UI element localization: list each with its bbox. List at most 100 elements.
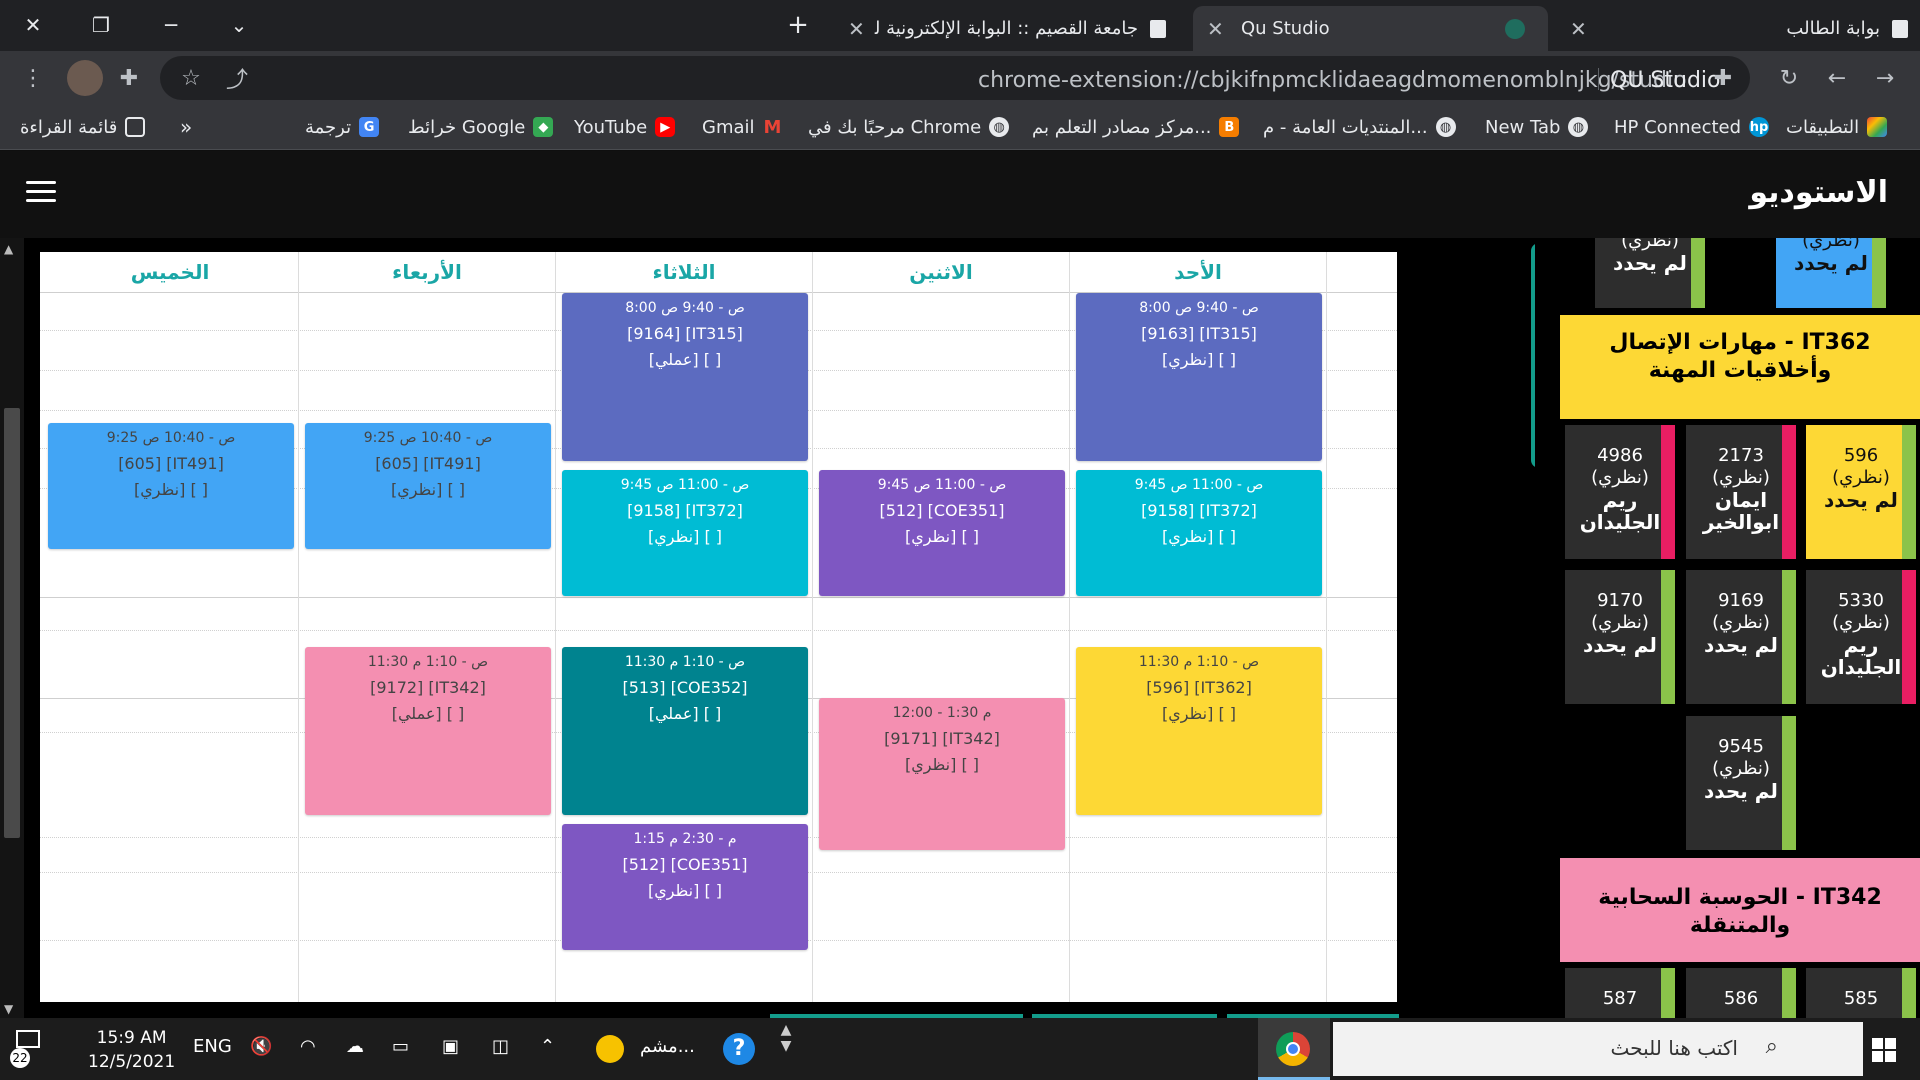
section-card[interactable]: 4986 (نظري) ريم الجليدان [1565, 425, 1675, 559]
browser-toolbar: ⋮ ✚ ☆ ⤴ chrome-extension://cbjkifnpmckli… [0, 51, 1920, 104]
event-time: 11:30 ص - 1:10 م [624, 654, 746, 670]
bookmark-youtube[interactable]: YouTube ▶ [574, 114, 676, 140]
bookmark-welcome-chrome[interactable]: مرحبًا بك في Chrome ◍ [808, 114, 1010, 140]
reload-icon[interactable]: ↻ [1774, 63, 1804, 93]
schedule-event[interactable]: 9:45 ص - 11:00 ص [9158] [IT372] [نظري] [… [562, 470, 808, 596]
schedule-event[interactable]: 12:00 - 1:30 م [9171] [IT342] [نظري] [ ] [819, 698, 1065, 850]
back-arrow-icon[interactable]: ← [1822, 63, 1852, 93]
schedule-event[interactable]: 8:00 ص - 9:40 ص [9164] [IT315] [عملي] [ … [562, 293, 808, 461]
show-hidden-icons-chevron-icon[interactable]: ⌃ [540, 1036, 555, 1057]
schedule-event[interactable]: 11:30 ص - 1:10 م [513] [COE352] [عملي] [… [562, 647, 808, 815]
gmail-icon: M [763, 116, 782, 138]
extensions-puzzle-icon[interactable]: ✚ [114, 63, 144, 93]
youtube-icon: ▶ [655, 117, 676, 137]
restore-window-icon[interactable]: ❐ [84, 8, 118, 42]
section-status-bar [1661, 968, 1675, 1018]
tab-qu-studio[interactable]: ✕ Qu Studio [1193, 6, 1548, 51]
bookmark-google-maps[interactable]: خرائط Google ◆ [408, 114, 554, 140]
section-card[interactable]: 2173 (نظري) ايمان ابوالخير [1686, 425, 1796, 559]
section-status-bar [1902, 425, 1916, 559]
wifi-icon[interactable]: ◠ [300, 1036, 316, 1057]
browser-menu-icon[interactable]: ⋮ [18, 63, 48, 93]
battery-icon[interactable]: ▭ [392, 1036, 409, 1057]
bookmark-forums[interactable]: المنتديات العامة - م... ◍ [1263, 114, 1456, 140]
volume-muted-icon[interactable]: 🔇 [250, 1036, 272, 1057]
bookmark-label: مركز مصادر التعلم بم... [1032, 116, 1212, 138]
section-instructor: لم يحدد [1613, 251, 1687, 275]
event-code: [9158] [IT372] [627, 501, 743, 520]
bookmark-apps[interactable]: التطبيقات [1786, 114, 1888, 140]
course-header-it342[interactable]: IT342 - الحوسبة السحابية والمتنقلة [1560, 858, 1920, 962]
clock[interactable]: 15:9 AM 12/5/2021 [88, 1026, 175, 1074]
scroll-up-icon[interactable]: ▲ [4, 242, 13, 256]
course-header-it362[interactable]: IT362 - مهارات الإتصال وأخلاقيات المهنة [1560, 315, 1920, 419]
section-card[interactable]: 9169 (نظري) لم يحدد [1686, 570, 1796, 704]
minimize-window-icon[interactable]: ─ [154, 8, 188, 42]
address-bar[interactable]: ☆ ⤴ chrome-extension://cbjkifnpmcklidaea… [160, 56, 1750, 100]
section-type: (نظري) [1712, 758, 1770, 779]
schedule-event[interactable]: 9:45 ص - 11:00 ص [512] [COE351] [نظري] [… [819, 470, 1065, 596]
bookmark-gmail[interactable]: Gmail M [702, 114, 783, 140]
close-window-icon[interactable]: ✕ [16, 8, 50, 42]
bookmark-translate[interactable]: ترجمة G [305, 114, 380, 140]
display-icon[interactable]: ▣ [442, 1036, 459, 1057]
scrollbar-thumb[interactable] [4, 408, 20, 838]
reading-list[interactable]: قائمة القراءة [20, 114, 146, 140]
section-card[interactable]: 585 [1806, 968, 1916, 1018]
section-card[interactable]: 5330 (نظري) ريم الجليدان [1806, 570, 1916, 704]
section-status-bar [1902, 570, 1916, 704]
browser-tab-strip: ✕ ❐ ─ ⌄ + جامعة القصيم :: البوابة الإلكت… [0, 0, 1920, 51]
close-tab-icon[interactable]: ✕ [1570, 17, 1587, 41]
more-bookmarks-button[interactable]: » [180, 114, 192, 140]
bookmark-star-icon[interactable]: ☆ [176, 63, 206, 93]
section-card[interactable]: (نظري) لم يحدد [1776, 238, 1886, 308]
schedule-event[interactable]: 11:30 ص - 1:10 م [9172] [IT342] [عملي] [… [305, 647, 551, 815]
event-kind: [نظري] [ ] [904, 755, 980, 774]
forward-arrow-icon[interactable]: → [1870, 63, 1900, 93]
schedule-event[interactable]: 9:25 ص - 10:40 ص [605] [IT491] [نظري] [ … [48, 423, 294, 549]
weather-sun-icon[interactable] [596, 1035, 624, 1063]
share-icon[interactable]: ⤴ [222, 63, 252, 93]
schedule-event[interactable]: 9:45 ص - 11:00 ص [9158] [IT372] [نظري] [… [1076, 470, 1322, 596]
section-card[interactable]: 587 [1565, 968, 1675, 1018]
schedule-event[interactable]: 1:15 م - 2:30 م [512] [COE351] [نظري] [ … [562, 824, 808, 950]
bookmark-learning-resources[interactable]: مركز مصادر التعلم بم... B [1032, 114, 1240, 140]
bookmark-hp-connected[interactable]: HP Connected hp [1614, 114, 1770, 140]
tab-search-chevron-icon[interactable]: ⌄ [222, 8, 256, 42]
schedule-event[interactable]: 8:00 ص - 9:40 ص [9163] [IT315] [نظري] [ … [1076, 293, 1322, 461]
maps-icon: ◆ [533, 117, 554, 137]
profile-avatar[interactable] [67, 60, 103, 96]
page-scrollbar[interactable]: ▲ ▼ [0, 238, 24, 1018]
section-card[interactable]: 596 (نظري) لم يحدد [1806, 425, 1916, 559]
notifications-icon[interactable]: 22 [10, 1026, 46, 1070]
chrome-taskbar-button[interactable] [1258, 1018, 1330, 1080]
event-time: 12:00 - 1:30 م [892, 705, 992, 721]
taskbar-scroll-arrows[interactable]: ▲ ▼ [775, 1022, 797, 1076]
event-code: [9172] [IT342] [370, 678, 486, 697]
section-card[interactable]: 9545 (نظري) لم يحدد [1686, 716, 1796, 850]
taskbar-search[interactable]: اكتب هنا للبحث ⌕ [1333, 1022, 1863, 1076]
section-card[interactable]: 9170 (نظري) لم يحدد [1565, 570, 1675, 704]
device-icon[interactable]: ◫ [492, 1036, 509, 1057]
new-tab-icon[interactable]: + [781, 8, 815, 42]
tab-qassim-portal[interactable]: جامعة القصيم :: البوابة الإلكترونية ﻟ ✕ [838, 6, 1178, 51]
weather-text[interactable]: مشم... [640, 1036, 695, 1057]
onedrive-icon[interactable]: ☁ [346, 1036, 364, 1057]
reading-list-icon [125, 117, 146, 137]
url-text[interactable]: chrome-extension://cbjkifnpmcklidaeagdmo… [978, 68, 1687, 93]
day-header-sunday: الأحد [1174, 260, 1222, 284]
scroll-down-icon[interactable]: ▼ [4, 1002, 13, 1016]
hamburger-menu-icon[interactable] [26, 181, 56, 205]
section-status-bar [1782, 570, 1796, 704]
close-tab-icon[interactable]: ✕ [1207, 17, 1224, 41]
section-card[interactable]: 586 [1686, 968, 1796, 1018]
bookmark-new-tab[interactable]: New Tab ◍ [1485, 114, 1589, 140]
windows-start-icon[interactable] [1872, 1038, 1896, 1062]
tab-student-portal[interactable]: ✕ بوابة الطالب [1562, 6, 1920, 51]
language-indicator[interactable]: ENG [193, 1036, 232, 1057]
close-tab-icon[interactable]: ✕ [848, 17, 865, 41]
section-card[interactable]: (نظري) لم يحدد [1595, 238, 1705, 308]
schedule-event[interactable]: 11:30 ص - 1:10 م [596] [IT362] [نظري] [ … [1076, 647, 1322, 815]
schedule-event[interactable]: 9:25 ص - 10:40 ص [605] [IT491] [نظري] [ … [305, 423, 551, 549]
help-icon[interactable]: ? [723, 1033, 755, 1065]
